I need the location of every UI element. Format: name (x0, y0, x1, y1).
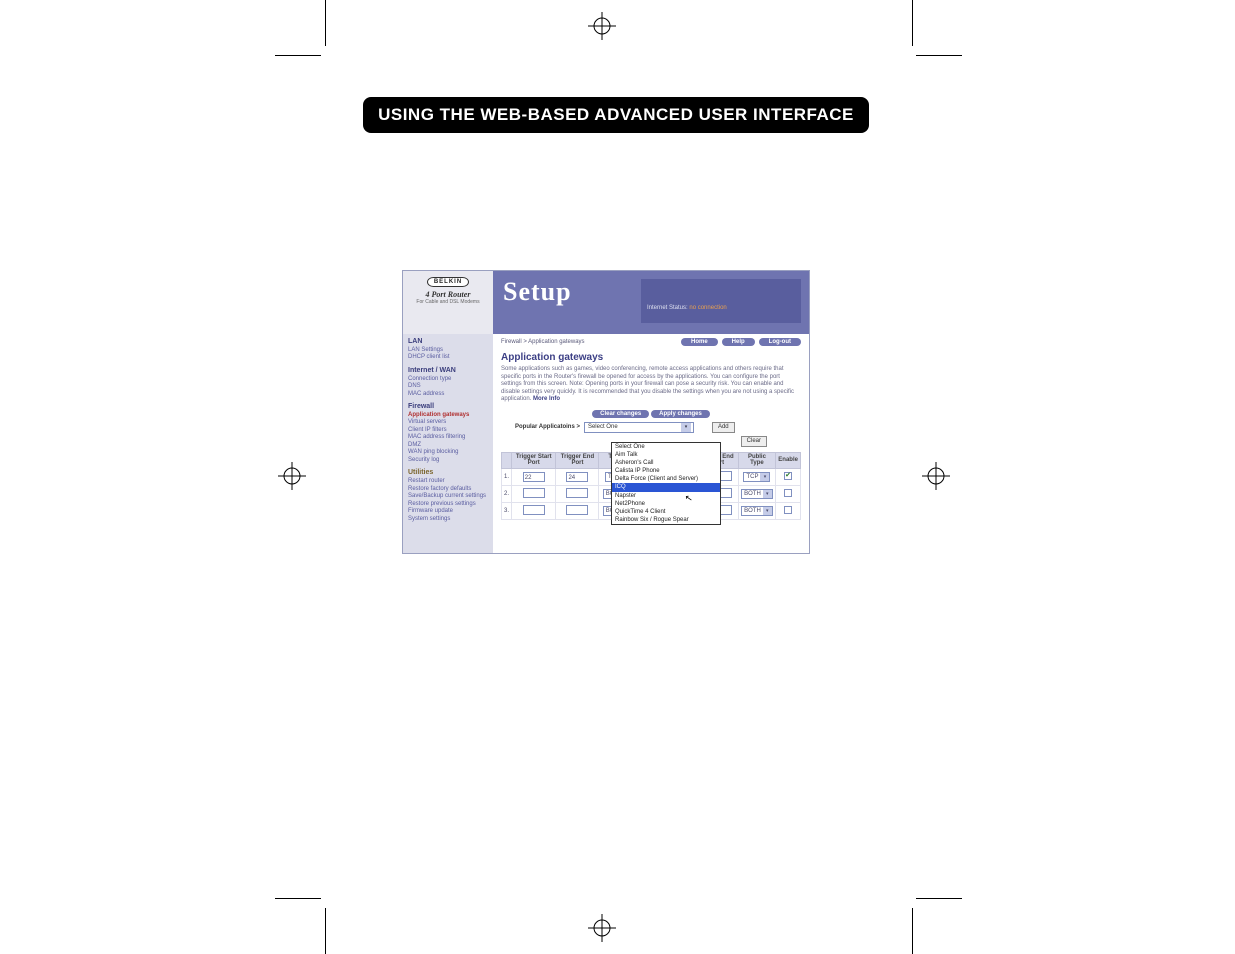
sidebar-item[interactable]: DHCP client list (408, 354, 488, 362)
sidebar-item[interactable]: Save/Backup current settings (408, 493, 488, 501)
trigger-end-input[interactable] (566, 505, 588, 515)
th-trigger-start: Trigger Start Port (512, 452, 556, 468)
sidebar: LAN LAN Settings DHCP client list Intern… (403, 334, 493, 553)
row-num: 1. (502, 468, 512, 485)
trigger-start-input[interactable] (523, 488, 545, 498)
enable-checkbox[interactable] (784, 506, 792, 514)
breadcrumb: Firewall > Application gateways (501, 339, 585, 345)
sidebar-item[interactable]: Restore factory defaults (408, 486, 488, 494)
chevron-down-icon: ▾ (763, 507, 772, 515)
trigger-start-input[interactable] (523, 505, 545, 515)
enable-checkbox[interactable] (784, 489, 792, 497)
page-heading: Application gateways (501, 352, 801, 363)
router-ui: BELKIN 4 Port Router For Cable and DSL M… (402, 270, 810, 554)
dropdown-option[interactable]: Calista IP Phone (612, 467, 720, 475)
registration-mark-icon (922, 462, 950, 490)
dropdown-option[interactable]: Rainbow Six / Rogue Spear (612, 516, 720, 524)
more-info-link[interactable]: More Info (533, 396, 560, 402)
sidebar-section-firewall[interactable]: Firewall (408, 403, 488, 412)
registration-mark-icon (588, 12, 616, 40)
add-button[interactable]: Add (712, 422, 735, 433)
status-label: Internet Status: (647, 305, 688, 311)
main-panel: Firewall > Application gateways Home Hel… (493, 334, 809, 553)
dropdown-option[interactable]: Asheron's Call (612, 459, 720, 467)
dropdown-option[interactable]: QuickTime 4 Client (612, 508, 720, 516)
enable-checkbox[interactable] (784, 472, 792, 480)
th-trigger-end: Trigger End Port (556, 452, 599, 468)
sidebar-item[interactable]: System settings (408, 516, 488, 524)
th-public-type: Public Type (738, 452, 776, 468)
logout-button[interactable]: Log-out (759, 338, 801, 346)
dropdown-list[interactable]: Select One Aim Talk Asheron's Call Calis… (611, 442, 721, 525)
sidebar-item[interactable]: Firmware update (408, 508, 488, 516)
logo-area: BELKIN 4 Port Router For Cable and DSL M… (403, 271, 493, 334)
sidebar-item[interactable]: Client IP filters (408, 427, 488, 435)
popular-apps-label: Popular Applicatoins > (515, 424, 580, 430)
sidebar-section-wan[interactable]: Internet / WAN (408, 367, 488, 376)
sidebar-item[interactable]: Security log (408, 457, 488, 465)
clear-changes-button[interactable]: Clear changes (592, 410, 649, 418)
public-type-select[interactable]: BOTH▾ (741, 489, 773, 499)
trigger-end-input[interactable] (566, 488, 588, 498)
sidebar-item[interactable]: LAN Settings (408, 347, 488, 355)
chevron-down-icon: ▾ (763, 490, 772, 498)
registration-mark-icon (588, 914, 616, 942)
registration-mark-icon (278, 462, 306, 490)
apply-changes-button[interactable]: Apply changes (651, 410, 710, 418)
th-num (502, 452, 512, 468)
chevron-down-icon: ▾ (760, 473, 769, 481)
sidebar-item[interactable]: MAC address filtering (408, 434, 488, 442)
clear-button[interactable]: Clear (741, 436, 767, 447)
status-value: no connection (689, 305, 726, 311)
dropdown-option[interactable]: Select One (612, 443, 720, 451)
sidebar-item[interactable]: Connection type (408, 376, 488, 384)
sidebar-item[interactable]: Virtual servers (408, 419, 488, 427)
sidebar-item[interactable]: DNS (408, 383, 488, 391)
trigger-end-input[interactable]: 24 (566, 472, 588, 482)
product-name: 4 Port Router (406, 290, 490, 299)
help-button[interactable]: Help (722, 338, 755, 346)
sidebar-item[interactable]: WAN ping blocking (408, 449, 488, 457)
dropdown-option[interactable]: Napster (612, 492, 720, 500)
dropdown-option-highlighted[interactable]: ICQ (612, 483, 720, 491)
sidebar-item[interactable]: MAC address (408, 391, 488, 399)
public-type-select[interactable]: TCP▾ (743, 472, 770, 482)
status-box: Internet Status: no connection (641, 279, 801, 323)
page-title: USING THE WEB-BASED ADVANCED USER INTERF… (363, 97, 869, 133)
public-type-select[interactable]: BOTH▾ (741, 506, 773, 516)
home-button[interactable]: Home (681, 338, 718, 346)
sidebar-section-utilities[interactable]: Utilities (408, 469, 488, 478)
chevron-down-icon: ▾ (681, 423, 691, 432)
dropdown-option[interactable]: Delta Force (Client and Server) (612, 475, 720, 483)
th-enable: Enable (776, 452, 801, 468)
row-num: 3. (502, 502, 512, 519)
description-text: Some applications such as games, video c… (501, 366, 801, 404)
belkin-logo: BELKIN (427, 277, 469, 287)
dropdown-option[interactable]: Net2Phone (612, 500, 720, 508)
sidebar-item[interactable]: Restart router (408, 478, 488, 486)
sidebar-item[interactable]: DMZ (408, 442, 488, 450)
sidebar-item[interactable]: Restore previous settings (408, 501, 488, 509)
dropdown-option[interactable]: Aim Talk (612, 451, 720, 459)
popular-apps-select[interactable]: Select One ▾ (584, 422, 694, 433)
select-value: Select One (588, 424, 618, 430)
product-subtitle: For Cable and DSL Modems (406, 299, 490, 305)
trigger-start-input[interactable]: 22 (523, 472, 545, 482)
row-num: 2. (502, 485, 512, 502)
sidebar-item-active[interactable]: Application gateways (408, 412, 488, 420)
sidebar-section-lan[interactable]: LAN (408, 338, 488, 347)
